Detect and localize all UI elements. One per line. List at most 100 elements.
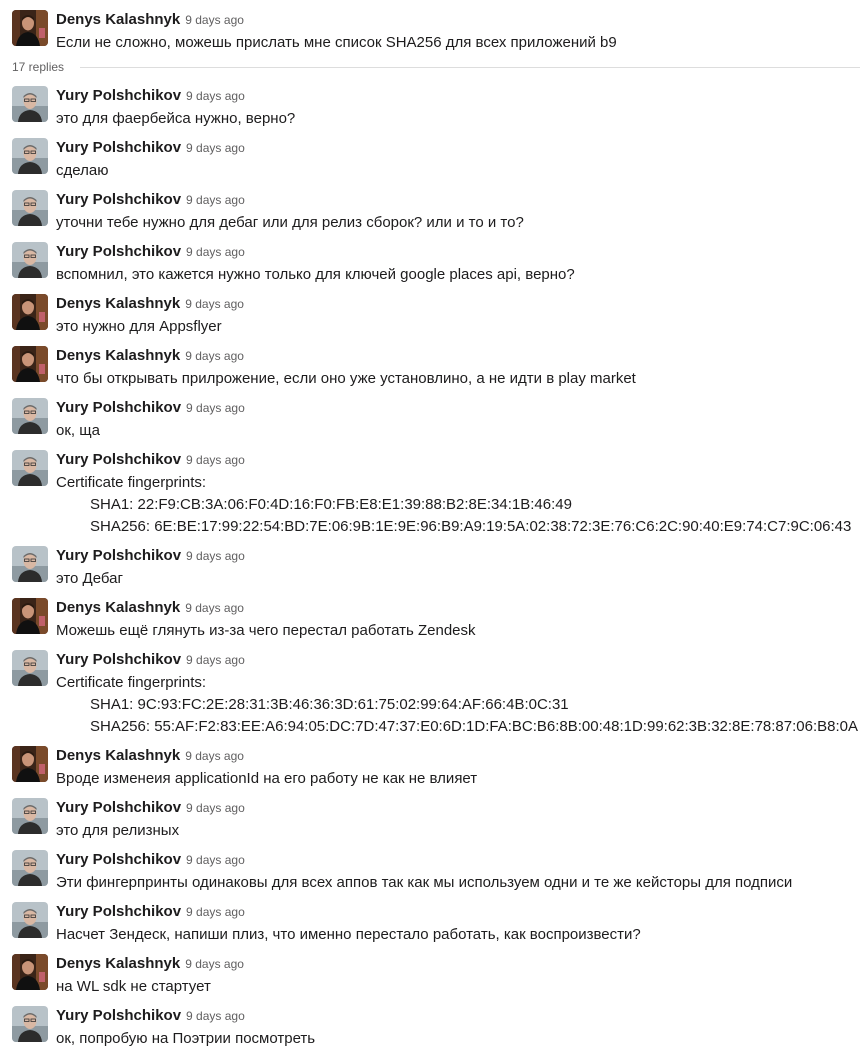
timestamp[interactable]: 9 days ago	[186, 193, 245, 207]
avatar[interactable]	[12, 1006, 48, 1042]
avatar[interactable]	[12, 546, 48, 582]
timestamp[interactable]: 9 days ago	[186, 89, 245, 103]
timestamp[interactable]: 9 days ago	[186, 801, 245, 815]
message-line: это для релизных	[56, 822, 180, 839]
message-line: ок, ща	[56, 422, 100, 439]
timestamp[interactable]: 9 days ago	[186, 905, 245, 919]
avatar[interactable]	[12, 650, 48, 686]
message-text: сделаю	[56, 160, 108, 182]
message-text: Вроде изменеия applicationId на его рабо…	[56, 768, 477, 790]
avatar[interactable]	[12, 598, 48, 634]
message-line: вспомнил, это кажется нужно только для к…	[56, 266, 575, 283]
message-line: что бы открывать прилрожение, если оно у…	[56, 370, 636, 387]
author-name[interactable]: Yury Polshchikov	[56, 139, 181, 156]
avatar[interactable]	[12, 450, 48, 486]
message-text: Если не сложно, можешь прислать мне спис…	[56, 32, 617, 54]
author-name[interactable]: Denys Kalashnyk	[56, 11, 180, 28]
avatar[interactable]	[12, 242, 48, 278]
timestamp[interactable]: 9 days ago	[186, 401, 245, 415]
author-name[interactable]: Yury Polshchikov	[56, 799, 181, 816]
message-header: Yury Polshchikov 9 days ago	[56, 86, 245, 106]
author-name[interactable]: Denys Kalashnyk	[56, 599, 180, 616]
message-line: сделаю	[56, 162, 109, 179]
message-text: на WL sdk не стартует	[56, 976, 211, 998]
author-name[interactable]: Yury Polshchikov	[56, 87, 181, 104]
timestamp[interactable]: 9 days ago	[186, 141, 245, 155]
avatar[interactable]	[12, 10, 48, 46]
author-name[interactable]: Yury Polshchikov	[56, 451, 181, 468]
message-line: это нужно для Appsflyer	[56, 318, 222, 335]
author-name[interactable]: Yury Polshchikov	[56, 547, 181, 564]
message-line: Если не сложно, можешь прислать мне спис…	[56, 34, 617, 51]
message-line: это для фаербейса нужно, верно?	[56, 110, 296, 127]
message-line: SHA1: 22:F9:CB:3A:06:F0:4D:16:F0:FB:E8:E…	[90, 496, 572, 513]
timestamp[interactable]: 9 days ago	[186, 653, 245, 667]
message-text: Certificate fingerprints: SHA1: 9C:93:FC:…	[56, 672, 858, 738]
message-text: это нужно для Appsflyer	[56, 316, 222, 338]
message-line: SHA256: 6E:BE:17:99:22:54:BD:7E:06:9B:1E…	[90, 518, 852, 535]
replies-divider: 17 replies	[0, 57, 862, 77]
message-header: Yury Polshchikov 9 days ago	[56, 850, 245, 870]
message-text: уточни тебе нужно для дебаг или для рели…	[56, 212, 524, 234]
avatar[interactable]	[12, 86, 48, 122]
author-name[interactable]: Yury Polshchikov	[56, 399, 181, 416]
message-text: что бы открывать прилрожение, если оно у…	[56, 368, 636, 390]
message-header: Yury Polshchikov 9 days ago	[56, 798, 245, 818]
message-text: вспомнил, это кажется нужно только для к…	[56, 264, 575, 286]
avatar[interactable]	[12, 138, 48, 174]
timestamp[interactable]: 9 days ago	[185, 349, 244, 363]
author-name[interactable]: Yury Polshchikov	[56, 903, 181, 920]
message-header: Yury Polshchikov 9 days ago	[56, 190, 245, 210]
message-text: это для релизных	[56, 820, 179, 842]
avatar[interactable]	[12, 190, 48, 226]
timestamp[interactable]: 9 days ago	[185, 13, 244, 27]
avatar[interactable]	[12, 798, 48, 834]
message-line: уточни тебе нужно для дебаг или для рели…	[56, 214, 524, 231]
avatar[interactable]	[12, 954, 48, 990]
message-line: это Дебаг	[56, 570, 123, 587]
timestamp[interactable]: 9 days ago	[186, 1009, 245, 1023]
author-name[interactable]: Yury Polshchikov	[56, 651, 181, 668]
timestamp[interactable]: 9 days ago	[186, 245, 245, 259]
message-header: Yury Polshchikov 9 days ago	[56, 242, 245, 262]
avatar[interactable]	[12, 398, 48, 434]
avatar[interactable]	[12, 294, 48, 330]
author-name[interactable]: Yury Polshchikov	[56, 191, 181, 208]
message-line: на WL sdk не стартует	[56, 978, 211, 995]
timestamp[interactable]: 9 days ago	[186, 453, 245, 467]
timestamp[interactable]: 9 days ago	[185, 957, 244, 971]
message-header: Yury Polshchikov 9 days ago	[56, 1006, 245, 1026]
author-name[interactable]: Yury Polshchikov	[56, 851, 181, 868]
timestamp[interactable]: 9 days ago	[186, 853, 245, 867]
message-header: Yury Polshchikov 9 days ago	[56, 398, 245, 418]
message-text: Насчет Зендеск, напиши плиз, что именно …	[56, 924, 641, 946]
avatar[interactable]	[12, 346, 48, 382]
timestamp[interactable]: 9 days ago	[185, 601, 244, 615]
message-line: Эти фингерпринты одинаковы для всех аппо…	[56, 874, 793, 891]
message-text: ок, попробую на Поэтрии посмотреть	[56, 1028, 315, 1050]
message-header: Yury Polshchikov 9 days ago	[56, 546, 245, 566]
message-header: Denys Kalashnyk 9 days ago	[56, 346, 244, 366]
author-name[interactable]: Denys Kalashnyk	[56, 955, 180, 972]
message-line: ок, попробую на Поэтрии посмотреть	[56, 1030, 316, 1047]
message-header: Yury Polshchikov 9 days ago	[56, 902, 245, 922]
author-name[interactable]: Denys Kalashnyk	[56, 295, 180, 312]
reply-count[interactable]: 17 replies	[12, 57, 64, 77]
thread-view: 17 replies Denys Kalashnyk 9 days ago Если…	[0, 0, 862, 1052]
timestamp[interactable]: 9 days ago	[186, 549, 245, 563]
avatar[interactable]	[12, 902, 48, 938]
author-name[interactable]: Denys Kalashnyk	[56, 347, 180, 364]
message-header: Yury Polshchikov 9 days ago	[56, 450, 245, 470]
timestamp[interactable]: 9 days ago	[185, 297, 244, 311]
message-text: ок, ща	[56, 420, 100, 442]
author-name[interactable]: Yury Polshchikov	[56, 243, 181, 260]
author-name[interactable]: Yury Polshchikov	[56, 1007, 181, 1024]
message-line: Насчет Зендеск, напиши плиз, что именно …	[56, 926, 641, 943]
message-header: Denys Kalashnyk 9 days ago	[56, 746, 244, 766]
author-name[interactable]: Denys Kalashnyk	[56, 747, 180, 764]
message-header: Yury Polshchikov 9 days ago	[56, 138, 245, 158]
avatar[interactable]	[12, 850, 48, 886]
timestamp[interactable]: 9 days ago	[185, 749, 244, 763]
message-text: это Дебаг	[56, 568, 123, 590]
avatar[interactable]	[12, 746, 48, 782]
